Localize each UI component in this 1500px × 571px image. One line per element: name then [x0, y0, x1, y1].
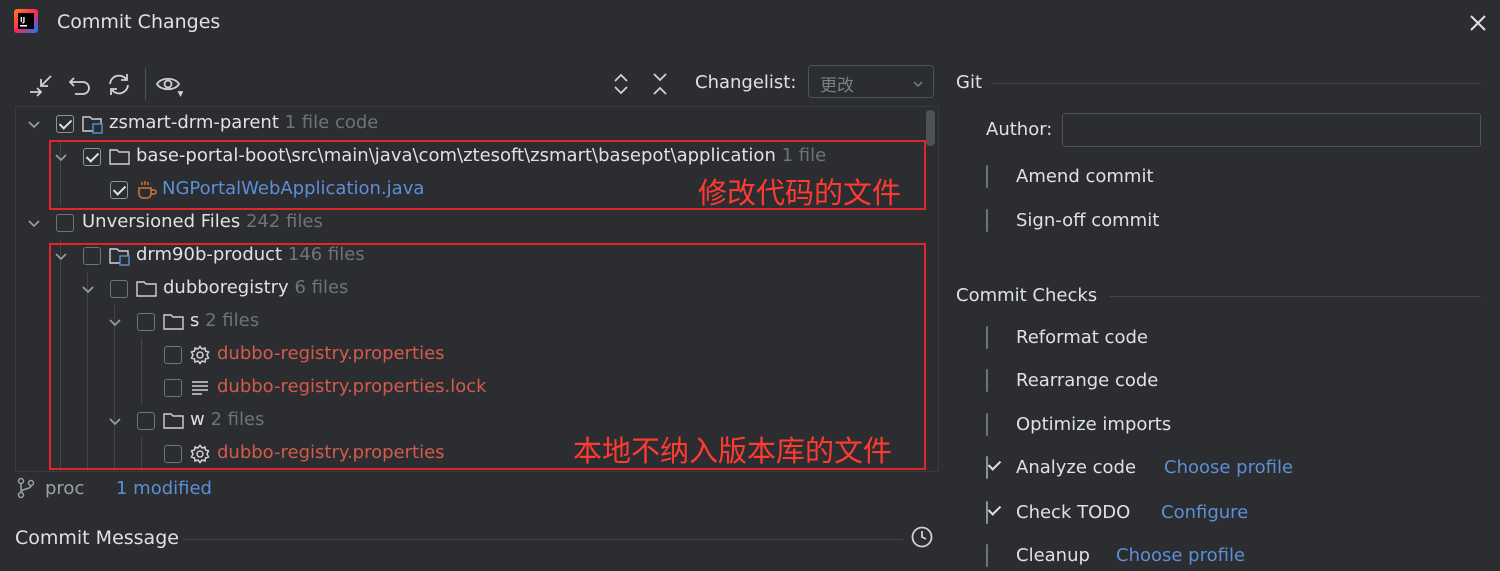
author-input[interactable]	[1062, 113, 1481, 147]
analyze-code-label: Analyze code	[1016, 457, 1137, 478]
close-icon[interactable]	[1466, 11, 1490, 35]
optimize-imports-label: Optimize imports	[1016, 414, 1172, 435]
move-to-changelist-icon[interactable]	[27, 70, 55, 98]
expand-all-icon[interactable]	[607, 70, 635, 98]
analyze-choose-profile-link[interactable]: Choose profile	[1164, 457, 1293, 478]
todo-configure-link[interactable]: Configure	[1161, 502, 1248, 523]
rollback-icon[interactable]	[66, 70, 94, 98]
tree-checkbox[interactable]	[56, 115, 74, 133]
window-title: Commit Changes	[57, 11, 221, 33]
cleanup-checkbox[interactable]	[986, 544, 988, 567]
reformat-code-checkbox[interactable]	[986, 326, 988, 349]
author-label: Author:	[986, 119, 1053, 140]
tree-item-extra: code	[334, 112, 379, 133]
cleanup-label: Cleanup	[1016, 545, 1090, 566]
optimize-imports-checkbox[interactable]	[986, 413, 988, 436]
git-section-title: Git	[956, 72, 983, 93]
git-section-divider	[991, 83, 1481, 84]
collapse-all-icon[interactable]	[646, 70, 674, 98]
check-todo-option[interactable]: Check TODO Configure	[986, 501, 1248, 528]
signoff-commit-checkbox[interactable]	[986, 209, 988, 232]
chevron-down-icon	[911, 75, 925, 96]
rearrange-code-label: Rearrange code	[1016, 370, 1159, 391]
tree-item-name: zsmart-drm-parent	[109, 112, 279, 133]
refresh-icon[interactable]	[105, 70, 133, 98]
cleanup-choose-profile-link[interactable]: Choose profile	[1116, 545, 1245, 566]
branch-icon	[15, 477, 37, 504]
branch-name[interactable]: proc	[45, 478, 84, 499]
amend-commit-label: Amend commit	[1016, 166, 1154, 187]
commit-checks-title: Commit Checks	[956, 285, 1098, 306]
commit-message-label: Commit Message	[15, 527, 179, 549]
amend-commit-option[interactable]: Amend commit	[986, 165, 1154, 192]
reformat-code-label: Reformat code	[1016, 327, 1148, 348]
changelist-value: 更改	[820, 76, 854, 96]
tree-item-name: Unversioned Files	[82, 211, 241, 232]
reformat-code-option[interactable]: Reformat code	[986, 326, 1148, 353]
intellij-app-icon: IJ	[14, 9, 38, 33]
module-folder-icon	[82, 116, 103, 134]
modified-count-link[interactable]: 1 modified	[116, 478, 212, 499]
svg-text:IJ: IJ	[20, 16, 25, 24]
tree-item-count: 242 files	[245, 211, 323, 232]
clock-history-icon[interactable]	[910, 525, 934, 554]
rearrange-code-checkbox[interactable]	[986, 369, 988, 392]
view-options-eye-icon[interactable]	[155, 70, 183, 98]
toolbar-separator	[145, 68, 146, 100]
chevron-down-icon[interactable]	[27, 216, 41, 230]
optimize-imports-option[interactable]: Optimize imports	[986, 413, 1171, 440]
changelist-label: Changelist:	[695, 72, 797, 93]
annotation-unversioned-text: 本地不纳入版本库的文件	[573, 434, 893, 468]
chevron-down-icon[interactable]	[27, 117, 41, 131]
title-bar	[0, 0, 1500, 46]
tree-item-count: 1 file	[284, 112, 330, 133]
commit-checks-divider	[1110, 296, 1481, 297]
analyze-code-option[interactable]: Analyze code Choose profile	[986, 456, 1293, 483]
signoff-commit-option[interactable]: Sign-off commit	[986, 209, 1159, 236]
amend-commit-checkbox[interactable]	[986, 165, 988, 188]
annotation-modified-text: 修改代码的文件	[698, 176, 902, 210]
commit-message-divider	[183, 539, 903, 540]
tree-checkbox[interactable]	[56, 214, 74, 232]
rearrange-code-option[interactable]: Rearrange code	[986, 369, 1158, 396]
check-todo-label: Check TODO	[1016, 502, 1131, 523]
tree-row[interactable]: zsmart-drm-parent 1 file code	[16, 108, 938, 141]
signoff-commit-label: Sign-off commit	[1016, 210, 1160, 231]
analyze-code-checkbox[interactable]	[986, 456, 988, 479]
tree-scrollbar[interactable]	[926, 110, 935, 146]
changelist-select[interactable]: 更改	[808, 65, 934, 98]
check-todo-checkbox[interactable]	[986, 501, 988, 524]
cleanup-option[interactable]: Cleanup Choose profile	[986, 544, 1245, 571]
